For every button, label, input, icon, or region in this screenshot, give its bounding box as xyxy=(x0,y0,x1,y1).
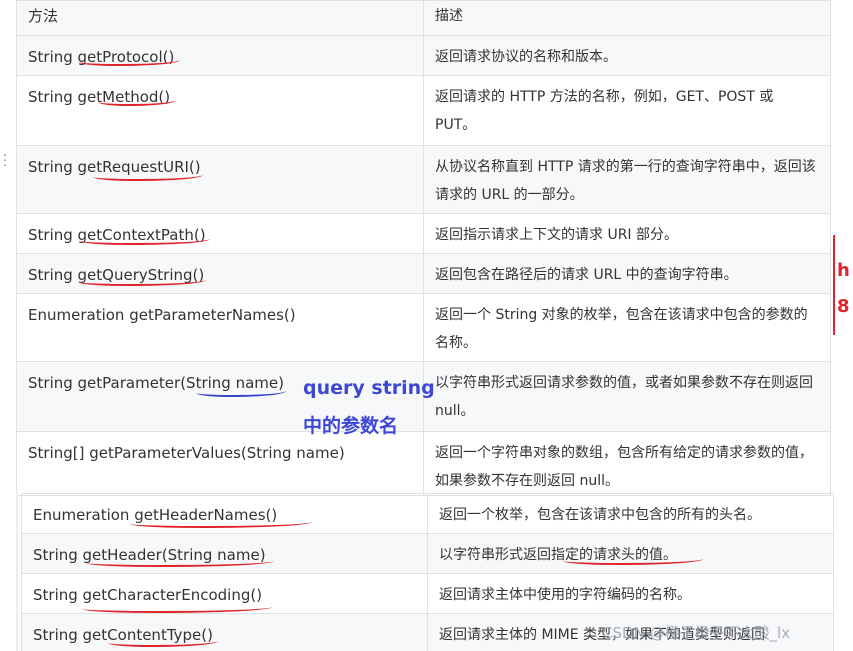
method-cell: String[] getParameterValues(String name) xyxy=(16,431,424,496)
watermark: CSDN @橙子橙子不太酸_lx xyxy=(602,624,791,642)
method-cell: String getMethod() xyxy=(16,75,424,146)
description-cell: 从协议名称直到 HTTP 请求的第一行的查询字符串中，返回该请求的 URL 的一… xyxy=(423,145,831,214)
table-row: String[] getParameterValues(String name)… xyxy=(16,431,831,496)
description-cell: 返回请求协议的名称和版本。 xyxy=(423,35,831,76)
table-row: String getHeader(String name) 以字符串形式返回指定… xyxy=(21,533,834,574)
description-cell: 返回指示请求上下文的请求 URI 部分。 xyxy=(423,213,831,254)
description-cell: 以字符串形式返回指定的请求头的值。 xyxy=(427,533,834,574)
table-row: Enumeration getParameterNames() 返回一个 Str… xyxy=(16,293,831,362)
edge-line xyxy=(833,235,835,335)
table-row: String getMethod() 返回请求的 HTTP 方法的名称，例如，G… xyxy=(16,75,831,146)
header-method: 方法 xyxy=(16,0,424,36)
method-cell: String getContextPath() xyxy=(16,213,424,254)
edge-mark-top: h xyxy=(837,260,850,281)
header-description: 描述 xyxy=(423,0,831,36)
description-cell: 返回一个字符串对象的数组，包含所有给定的请求参数的值，如果参数不存在则返回 nu… xyxy=(423,431,831,496)
method-cell: String getRequestURI() xyxy=(16,145,424,214)
method-cell: String getContentType() xyxy=(21,613,428,651)
table-row: Enumeration getHeaderNames() 返回一个枚举，包含在该… xyxy=(21,493,834,534)
description-cell: 返回一个 String 对象的枚举，包含在该请求中包含的参数的名称。 xyxy=(423,293,831,362)
lower-rule xyxy=(16,491,18,651)
annotation-line-1: query string xyxy=(303,377,435,399)
description-cell: 返回请求主体中使用的字符编码的名称。 xyxy=(427,573,834,614)
description-cell: 返回包含在路径后的请求 URL 中的查询字符串。 xyxy=(423,253,831,294)
method-cell: String getQueryString() xyxy=(16,253,424,294)
description-cell: 以字符串形式返回请求参数的值，或者如果参数不存在则返回 null。 xyxy=(423,361,831,432)
drag-handle-icon[interactable]: · · · xyxy=(0,150,10,173)
edge-mark-bottom: 8 xyxy=(837,296,850,317)
description-cell: 返回一个枚举，包含在该请求中包含的所有的头名。 xyxy=(427,493,834,534)
method-cell: Enumeration getParameterNames() xyxy=(16,293,424,362)
table-row: String getContextPath() 返回指示请求上下文的请求 URI… xyxy=(16,213,831,254)
method-cell: String getHeader(String name) xyxy=(21,533,428,574)
table-row: String getQueryString() 返回包含在路径后的请求 URL … xyxy=(16,253,831,294)
annotation-line-2: 中的参数名 xyxy=(303,415,399,437)
description-cell: 返回请求的 HTTP 方法的名称，例如，GET、POST 或 PUT。 xyxy=(423,75,831,146)
api-method-table: 方法 描述 String getProtocol() 返回请求协议的名称和版本。… xyxy=(16,0,831,496)
